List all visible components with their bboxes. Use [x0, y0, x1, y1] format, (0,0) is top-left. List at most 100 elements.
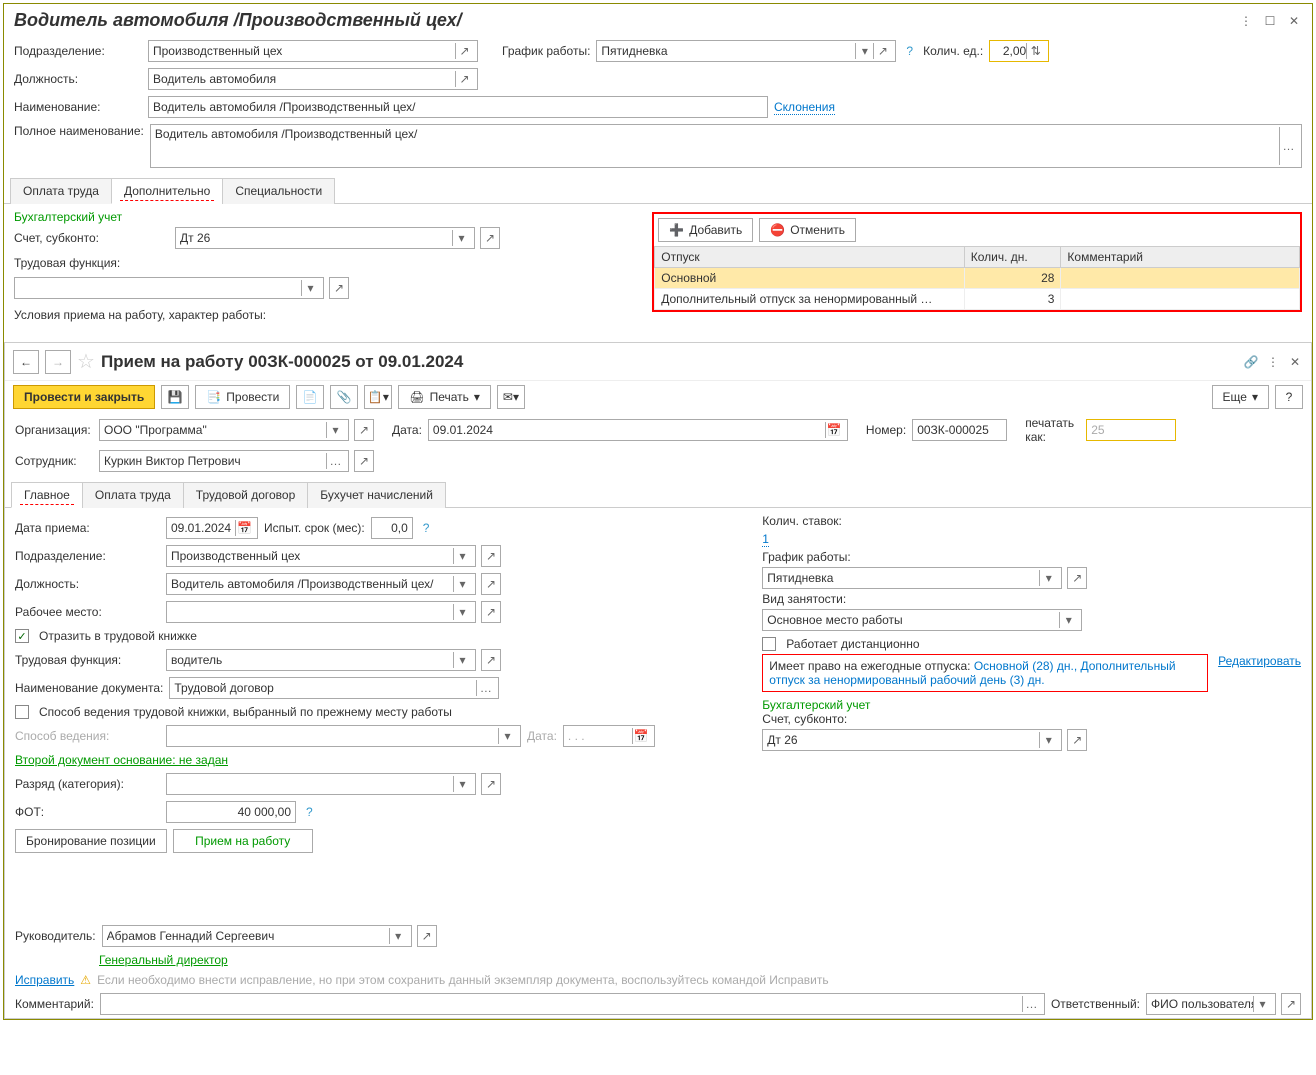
- method-checkbox[interactable]: [15, 705, 29, 719]
- back-button[interactable]: ←: [13, 350, 39, 374]
- open-icon[interactable]: ↗: [481, 649, 501, 671]
- open-icon[interactable]: ↗: [481, 601, 501, 623]
- resp-input[interactable]: ФИО пользователя▾: [1146, 993, 1276, 1015]
- chevron-down-icon[interactable]: ▾: [453, 604, 471, 620]
- open-icon[interactable]: ↗: [1067, 729, 1087, 751]
- maximize-icon[interactable]: ☐: [1262, 13, 1278, 29]
- open-icon[interactable]: ↗: [1281, 993, 1301, 1015]
- ellipsis-icon[interactable]: …: [1279, 127, 1297, 165]
- more-icon[interactable]: ⋮: [1265, 354, 1281, 370]
- chevron-down-icon[interactable]: ▾: [453, 776, 471, 792]
- mgr-input[interactable]: Абрамов Геннадий Сергеевич▾: [102, 925, 412, 947]
- print-as-input[interactable]: 25: [1086, 419, 1176, 441]
- more-icon[interactable]: ⋮: [1238, 13, 1254, 29]
- fot-input[interactable]: 40 000,00: [166, 801, 296, 823]
- wp-input[interactable]: ▾: [166, 601, 476, 623]
- open-icon[interactable]: ↗: [481, 773, 501, 795]
- open-icon[interactable]: ↗: [455, 71, 473, 87]
- qty-input[interactable]: 2,00 ⇅: [989, 40, 1049, 62]
- ellipsis-icon[interactable]: …: [1022, 996, 1040, 1012]
- chevron-down-icon[interactable]: ▾: [1253, 996, 1271, 1012]
- attach-button[interactable]: 📎: [330, 385, 358, 409]
- chevron-down-icon[interactable]: ▾: [855, 43, 873, 59]
- chevron-down-icon[interactable]: ▾: [453, 548, 471, 564]
- comment-input[interactable]: …: [100, 993, 1045, 1015]
- chevron-down-icon[interactable]: ▾: [452, 230, 470, 246]
- stepper-icon[interactable]: ⇅: [1026, 43, 1044, 59]
- ellipsis-icon[interactable]: …: [476, 680, 494, 696]
- chevron-down-icon[interactable]: ▾: [498, 728, 516, 744]
- open-icon[interactable]: ↗: [481, 545, 501, 567]
- sched-input[interactable]: Пятидневка ▾ ↗: [596, 40, 896, 62]
- dept-input[interactable]: Производственный цех▾: [166, 545, 476, 567]
- open-icon[interactable]: ↗: [329, 277, 349, 299]
- declensions-link[interactable]: Склонения: [774, 100, 835, 115]
- name-input[interactable]: Водитель автомобиля /Производственный це…: [148, 96, 768, 118]
- star-icon[interactable]: ☆: [77, 349, 95, 374]
- calendar-icon[interactable]: 📅: [235, 520, 253, 536]
- ellipsis-icon[interactable]: …: [326, 453, 344, 469]
- booking-button[interactable]: Бронирование позиции: [15, 829, 167, 853]
- calendar-icon[interactable]: 📅: [632, 728, 650, 744]
- forward-button[interactable]: →: [45, 350, 71, 374]
- org-input[interactable]: ООО "Программа" ▾: [99, 419, 349, 441]
- cancel-button[interactable]: ⛔Отменить: [759, 218, 856, 242]
- save-button[interactable]: 💾: [161, 385, 189, 409]
- open-icon[interactable]: ↗: [480, 227, 500, 249]
- func-input[interactable]: водитель▾: [166, 649, 476, 671]
- tab-accounting[interactable]: Бухучет начислений: [307, 482, 446, 508]
- method-input[interactable]: ▾: [166, 725, 521, 747]
- send-button[interactable]: ✉▾: [497, 385, 525, 409]
- link-icon[interactable]: 🔗: [1243, 354, 1259, 370]
- docname-input[interactable]: Трудовой договор…: [169, 677, 499, 699]
- hire-date-input[interactable]: 09.01.2024📅: [166, 517, 258, 539]
- acct-input[interactable]: Дт 26 ▾: [175, 227, 475, 249]
- emptype-input[interactable]: Основное место работы▾: [762, 609, 1082, 631]
- acct-input[interactable]: Дт 26▾: [762, 729, 1062, 751]
- num-input[interactable]: 00ЗК-000025: [912, 419, 1007, 441]
- help-button[interactable]: ?: [1275, 385, 1303, 409]
- tab-main[interactable]: Главное: [11, 482, 83, 508]
- close-icon[interactable]: ✕: [1287, 354, 1303, 370]
- help-icon[interactable]: ?: [423, 521, 430, 535]
- fix-link[interactable]: Исправить: [15, 973, 74, 987]
- create-from-button[interactable]: 📋▾: [364, 385, 392, 409]
- open-icon[interactable]: ↗: [481, 573, 501, 595]
- func-input[interactable]: ▾: [14, 277, 324, 299]
- rates-link[interactable]: 1: [762, 532, 769, 547]
- table-row[interactable]: Основной 28: [655, 268, 1300, 289]
- table-row[interactable]: Дополнительный отпуск за ненормированный…: [655, 289, 1300, 310]
- grade-input[interactable]: ▾: [166, 773, 476, 795]
- calendar-icon[interactable]: 📅: [825, 422, 843, 438]
- help-icon[interactable]: ?: [306, 805, 313, 819]
- open-icon[interactable]: ↗: [873, 43, 891, 59]
- close-icon[interactable]: ✕: [1286, 13, 1302, 29]
- open-icon[interactable]: ↗: [1067, 567, 1087, 589]
- tab-payment[interactable]: Оплата труда: [10, 178, 112, 204]
- tab-payment[interactable]: Оплата труда: [82, 482, 184, 508]
- date-input[interactable]: 09.01.2024 📅: [428, 419, 848, 441]
- report-button[interactable]: 📄: [296, 385, 324, 409]
- chevron-down-icon[interactable]: ▾: [1039, 732, 1057, 748]
- chevron-down-icon[interactable]: ▾: [453, 576, 471, 592]
- open-icon[interactable]: ↗: [455, 43, 473, 59]
- tab-contract[interactable]: Трудовой договор: [183, 482, 308, 508]
- chevron-down-icon[interactable]: ▾: [1039, 570, 1057, 586]
- chevron-down-icon[interactable]: ▾: [1059, 612, 1077, 628]
- open-icon[interactable]: ↗: [354, 450, 374, 472]
- tab-specialties[interactable]: Специальности: [222, 178, 335, 204]
- open-icon[interactable]: ↗: [354, 419, 374, 441]
- dept-input[interactable]: Производственный цех ↗: [148, 40, 478, 62]
- chevron-down-icon[interactable]: ▾: [301, 280, 319, 296]
- add-button[interactable]: ➕Добавить: [658, 218, 753, 242]
- tab-additional[interactable]: Дополнительно: [111, 178, 223, 204]
- pos-input[interactable]: Водитель автомобиля /Производственный це…: [166, 573, 476, 595]
- sched-input[interactable]: Пятидневка▾: [762, 567, 1062, 589]
- remote-checkbox[interactable]: [762, 637, 776, 651]
- method-date-input[interactable]: . . .📅: [563, 725, 655, 747]
- help-icon[interactable]: ?: [906, 44, 913, 58]
- mgr-pos-link[interactable]: Генеральный директор: [99, 953, 228, 967]
- chevron-down-icon[interactable]: ▾: [326, 422, 344, 438]
- print-button[interactable]: 🖨Печать ▾: [398, 385, 491, 409]
- pos-input[interactable]: Водитель автомобиля ↗: [148, 68, 478, 90]
